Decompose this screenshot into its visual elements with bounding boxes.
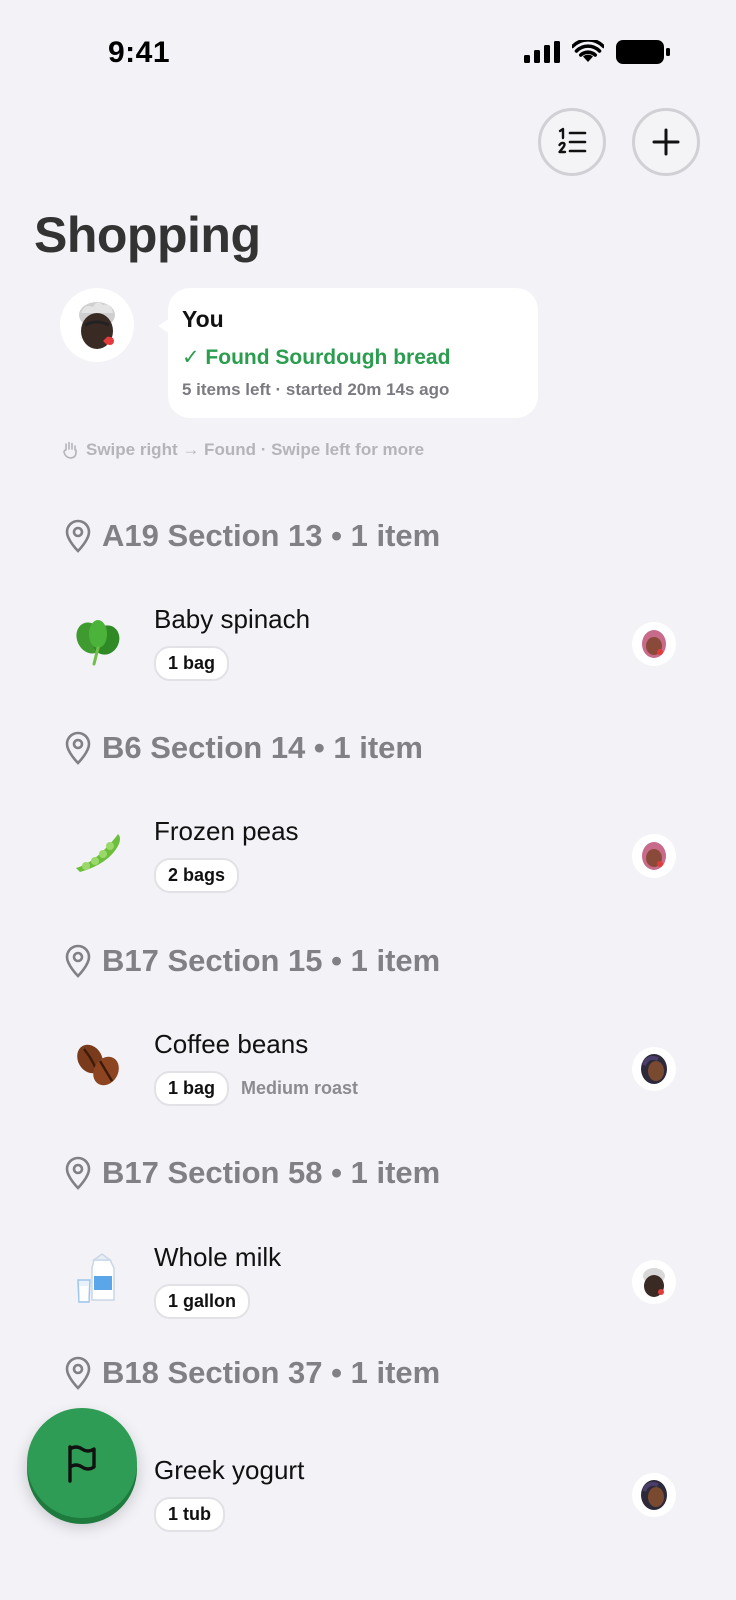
cellular-signal-icon: [524, 41, 560, 63]
activity-user-name: You: [182, 306, 224, 332]
list-item[interactable]: Baby spinach 1 bag: [0, 604, 736, 714]
activity-bubble: You ✓ Found Sourdough bread 5 items left…: [158, 288, 538, 418]
swipe-hint-text: Swipe right → Found · Swipe left for mor…: [86, 440, 425, 459]
item-note: Medium roast: [241, 1078, 359, 1098]
section-header: B17 Section 15 • 1 item: [64, 943, 440, 979]
item-name: Baby spinach: [154, 604, 311, 634]
activity-status: ✓ Found Sourdough bread: [182, 346, 451, 369]
location-pin-icon: [65, 944, 91, 978]
assignee-avatar[interactable]: [632, 1260, 676, 1304]
numbered-list-icon: [558, 127, 587, 154]
section-title: B18 Section 37 • 1 item: [102, 1355, 441, 1390]
item-tags: 2 bags: [154, 858, 240, 893]
list-item[interactable]: Frozen peas 2 bags: [0, 816, 736, 926]
location-pin-icon: [65, 731, 91, 765]
item-tags: 1 bag: [154, 646, 230, 681]
item-name: Whole milk: [154, 1242, 282, 1272]
item-tags: 1 tub: [154, 1497, 225, 1532]
avatar-dark-icon: [641, 1054, 667, 1084]
avatar-pink-icon: [642, 630, 666, 658]
quantity-badge: 1 bag: [154, 1071, 230, 1106]
list-item[interactable]: Coffee beans 1 bag Medium roast: [0, 1029, 736, 1139]
item-name: Greek yogurt: [154, 1455, 305, 1485]
finish-trip-button[interactable]: [27, 1408, 137, 1518]
section-header: B17 Section 58 • 1 item: [64, 1155, 440, 1191]
item-tags: 1 bag Medium roast: [154, 1071, 358, 1106]
quantity-badge: 2 bags: [154, 858, 240, 893]
item-name: Coffee beans: [154, 1029, 309, 1059]
user-avatar[interactable]: [60, 288, 134, 362]
hand-swipe-icon: [63, 441, 77, 459]
item-name: Frozen peas: [154, 816, 299, 846]
activity-meta: 5 items left · started 20m 14s ago: [182, 380, 450, 399]
wifi-icon: [572, 40, 604, 62]
avatar-dark-icon: [641, 1480, 667, 1510]
assignee-avatar[interactable]: [632, 622, 676, 666]
quantity-badge: 1 bag: [154, 646, 230, 681]
page-title: Shopping: [34, 207, 261, 263]
section-header: A19 Section 13 • 1 item: [64, 518, 440, 554]
section-title: A19 Section 13 • 1 item: [102, 518, 441, 553]
section-header: B6 Section 14 • 1 item: [64, 730, 423, 766]
peas-icon: [66, 820, 130, 884]
avatar-you-icon: [643, 1268, 665, 1297]
avatar-pink-icon: [642, 842, 666, 870]
assignee-avatar[interactable]: [632, 834, 676, 878]
section-title: B6 Section 14 • 1 item: [102, 730, 423, 765]
coffee-beans-icon: [66, 1033, 130, 1097]
assignee-avatar[interactable]: [632, 1047, 676, 1091]
flag-icon: [68, 1445, 96, 1483]
plus-icon: [652, 128, 680, 156]
list-item[interactable]: Whole milk 1 gallon: [0, 1242, 736, 1352]
location-pin-icon: [65, 519, 91, 553]
battery-icon: [616, 40, 670, 64]
quantity-badge: 1 gallon: [154, 1284, 251, 1319]
reorder-list-button[interactable]: [538, 108, 606, 176]
location-pin-icon: [65, 1356, 91, 1390]
status-bar: 9:41: [0, 0, 736, 100]
status-icons: [524, 40, 670, 64]
item-tags: 1 gallon: [154, 1284, 251, 1319]
milk-icon: [66, 1246, 130, 1310]
section-title: B17 Section 58 • 1 item: [102, 1155, 441, 1190]
add-item-button[interactable]: [632, 108, 700, 176]
quantity-badge: 1 tub: [154, 1497, 225, 1532]
swipe-hint: Swipe right → Found · Swipe left for mor…: [60, 440, 424, 460]
section-header: B18 Section 37 • 1 item: [64, 1355, 440, 1391]
location-pin-icon: [65, 1156, 91, 1190]
spinach-icon: [66, 608, 130, 672]
status-time: 9:41: [108, 36, 171, 69]
memoji-avatar-icon: [79, 302, 115, 349]
assignee-avatar[interactable]: [632, 1473, 676, 1517]
section-title: B17 Section 15 • 1 item: [102, 943, 441, 978]
